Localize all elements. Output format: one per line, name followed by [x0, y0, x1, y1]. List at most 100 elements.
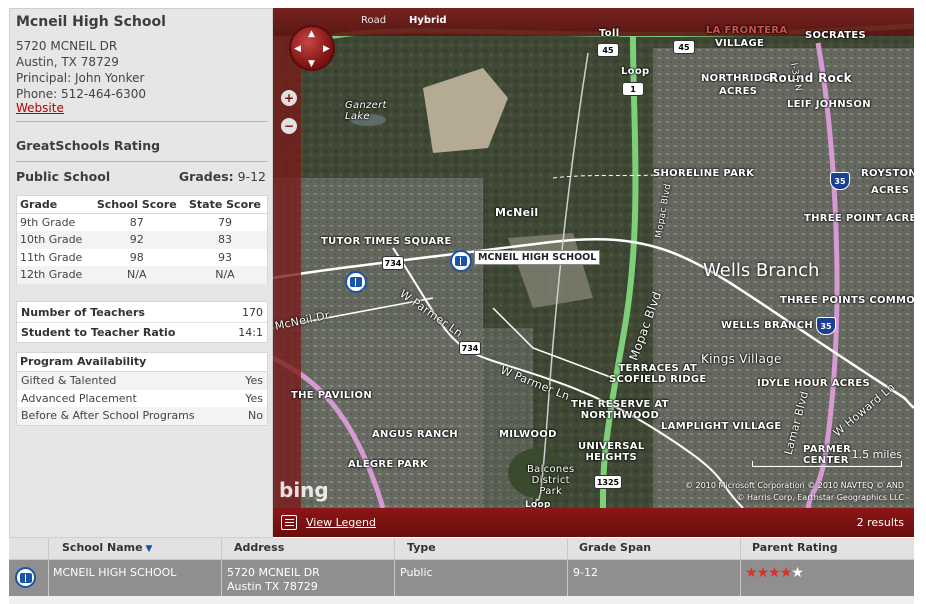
bing-logo: bing	[279, 478, 329, 502]
star-filled-icon: ★	[768, 565, 781, 581]
map-label-wells-branch-small: WELLS BRANCH	[721, 320, 814, 331]
program-name: Before & After School Programs	[21, 409, 195, 423]
school-marker-2[interactable]	[345, 271, 367, 293]
map-label-idyle-hour-acres: IDYLE HOUR ACRES	[757, 378, 871, 389]
pan-left-icon[interactable]: ◀	[294, 45, 301, 54]
highway-shield: 1325	[594, 475, 622, 489]
map-control-strip	[273, 36, 301, 508]
star-filled-icon: ★	[779, 565, 793, 581]
school-marker-mcneil[interactable]	[450, 250, 472, 272]
programs-box: Program Availability Gifted & Talented Y…	[16, 352, 268, 426]
map-copyright: © 2010 Microsoft Corporation © 2010 NAVT…	[685, 481, 904, 490]
column-header-type[interactable]: Type	[407, 541, 436, 554]
column-divider	[740, 538, 741, 596]
map-tab-hybrid[interactable]: Hybrid	[409, 15, 447, 26]
result-address: 5720 MCNEIL DR Austin TX 78729	[227, 566, 320, 594]
map-label-universal-heights: UNIVERSAL HEIGHTS	[578, 441, 645, 463]
results-count: 2 results	[856, 516, 904, 529]
map-label-royston: ROYSTON L	[861, 168, 914, 179]
program-row: Before & After School Programs No	[17, 407, 267, 425]
map-label-reserve-northwood: THE RESERVE AT NORTHWOOD	[571, 399, 669, 421]
grades-value: 9-12	[237, 169, 266, 184]
column-divider	[394, 538, 395, 596]
school-website-link[interactable]: Website	[16, 101, 64, 115]
parent-rating-stars: ★★★★★	[745, 565, 804, 581]
book-icon	[455, 256, 467, 266]
teacher-ratio-row: Student to Teacher Ratio 14:1	[17, 322, 267, 342]
program-value: Yes	[245, 374, 263, 388]
map-label-socrates: SOCRATES	[805, 30, 866, 41]
map-label-the-pavilion: THE PAVILION	[291, 390, 372, 401]
table-row-partial	[9, 596, 914, 604]
pan-right-icon[interactable]: ▶	[323, 45, 330, 54]
teachers-count-value: 170	[242, 305, 263, 319]
sort-down-icon[interactable]: ▼	[146, 544, 153, 554]
map-label-angus-ranch: ANGUS RANCH	[372, 429, 458, 440]
highway-shield: 45	[673, 40, 695, 54]
school-score-cell: N/A	[90, 266, 183, 284]
divider	[16, 161, 268, 162]
map-tab-road[interactable]: Road	[361, 15, 386, 26]
list-icon[interactable]	[281, 515, 297, 530]
program-value: No	[248, 409, 263, 423]
pan-control[interactable]: ▲ ▼ ◀ ▶	[289, 25, 335, 71]
result-type: Public	[400, 566, 433, 579]
interstate-shield: 35	[816, 317, 836, 335]
column-header-address[interactable]: Address	[234, 541, 284, 554]
column-header-grade-span[interactable]: Grade Span	[579, 541, 651, 554]
scores-header-school: School Score	[90, 196, 183, 214]
map-label-three-point-acres: THREE POINT ACRES	[804, 213, 914, 224]
star-empty-icon: ★	[791, 565, 804, 581]
program-name: Gifted & Talented	[21, 374, 117, 388]
column-header-school-name[interactable]: School Name ▼	[62, 541, 152, 554]
highway-shield: 45	[597, 43, 619, 57]
interstate-shield: 35	[830, 172, 850, 190]
map-label-toll: Toll	[599, 28, 620, 39]
program-name: Advanced Placement	[21, 391, 137, 405]
result-address-line2: Austin TX 78729	[227, 580, 318, 593]
school-address-line2: Austin, TX 78729	[16, 55, 119, 69]
program-row: Gifted & Talented Yes	[17, 372, 267, 390]
school-type: Public School	[16, 169, 111, 184]
grade-cell: 10th Grade	[17, 231, 91, 249]
book-icon	[350, 277, 362, 287]
grades: Grades: 9-12	[179, 169, 266, 184]
table-row: 10th Grade 92 83	[17, 231, 267, 249]
map-view[interactable]: Road Hybrid ▲ ▼ ◀ ▶ + − Ganzert Lake Tol…	[273, 8, 914, 508]
pan-up-icon[interactable]: ▲	[308, 30, 315, 39]
pan-down-icon[interactable]: ▼	[308, 60, 315, 69]
teachers-count-row: Number of Teachers 170	[17, 302, 267, 322]
highway-shield: 734	[459, 341, 481, 355]
result-school-name[interactable]: MCNEIL HIGH SCHOOL	[53, 566, 176, 580]
column-header-parent-rating[interactable]: Parent Rating	[752, 541, 838, 554]
scores-header-grade: Grade	[17, 196, 91, 214]
table-row[interactable]: MCNEIL HIGH SCHOOL 5720 MCNEIL DR Austin…	[9, 560, 914, 596]
map-label-mcneil: McNeil	[495, 206, 539, 219]
zoom-in-button[interactable]: +	[281, 90, 297, 106]
legend-bar: View Legend 2 results	[273, 508, 914, 537]
teacher-ratio-label: Student to Teacher Ratio	[21, 326, 176, 339]
highway-shield: 734	[382, 256, 404, 270]
table-row: 11th Grade 98 93	[17, 249, 267, 267]
result-address-line1: 5720 MCNEIL DR	[227, 566, 320, 579]
grade-cell: 11th Grade	[20, 250, 83, 264]
star-filled-icon: ★	[756, 565, 770, 581]
zoom-out-button[interactable]: −	[281, 118, 297, 134]
map-label-balcones-district-park: Balcones District Park	[527, 464, 575, 497]
school-marker-label[interactable]: MCNEIL HIGH SCHOOL	[474, 250, 601, 265]
rating-title: GreatSchools Rating	[16, 138, 161, 153]
results-table: School Name ▼ Address Type Grade Span Par…	[9, 538, 914, 604]
view-legend-link[interactable]: View Legend	[306, 516, 376, 529]
map-label-alegre-park: ALEGRE PARK	[348, 459, 429, 470]
table-row: 9th Grade 87 79	[17, 214, 267, 232]
column-header-label: School Name	[62, 541, 143, 554]
map-label-la-frontera: LA FRONTERA	[706, 25, 788, 36]
program-row: Advanced Placement Yes	[17, 390, 267, 408]
map-label-village: VILLAGE	[715, 38, 765, 49]
scores-table: Grade School Score State Score 9th Grade…	[17, 196, 267, 284]
scores-header-state: State Score	[182, 196, 267, 214]
map-label-kings-village: Kings Village	[701, 352, 782, 366]
map-label-acres2: ACRES	[871, 185, 910, 196]
map-label-ganzert-lake: Ganzert Lake	[345, 100, 387, 122]
table-row: 12th Grade N/A N/A	[17, 266, 267, 284]
